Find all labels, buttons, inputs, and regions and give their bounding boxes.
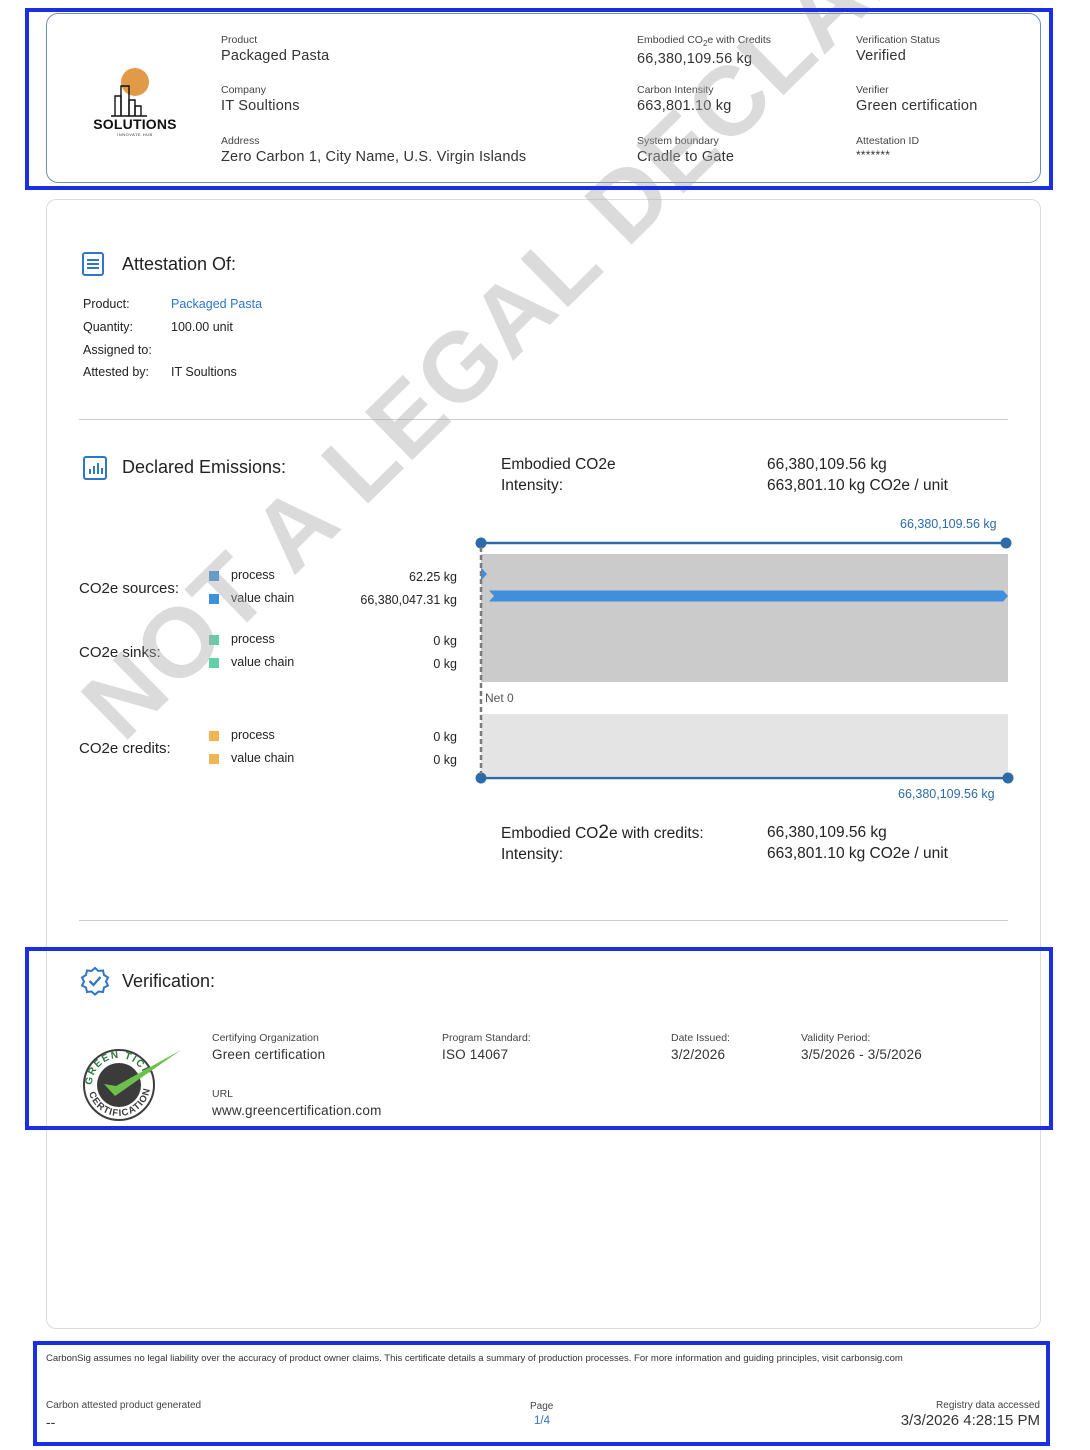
- program-standard-label: Program Standard:: [442, 1032, 531, 1044]
- credits-label-block: Embodied CO2e with credits: Intensity:: [501, 822, 704, 865]
- verified-badge-icon: [80, 966, 110, 996]
- cert-org-value: Green certification: [212, 1047, 326, 1062]
- footer-generated-value: --: [46, 1414, 56, 1430]
- chart-top-total-label: 66,380,109.56 kg: [900, 517, 997, 531]
- chart-net-label: Net 0: [485, 691, 514, 705]
- chart-top-start-marker: [475, 537, 487, 549]
- green-tick-certification-badge: GREEN TICK CERTIFICATION: [83, 1049, 181, 1121]
- footer-disclaimer: CarbonSig assumes no legal liability ove…: [46, 1353, 903, 1364]
- chart-bottom-total-label: 66,380,109.56 kg: [898, 787, 995, 801]
- chart-bottom-end-marker: [1002, 772, 1014, 784]
- credits-value-block: 66,380,109.56 kg 663,801.10 kg CO2e / un…: [767, 822, 948, 864]
- footer-page-value[interactable]: 1/4: [534, 1415, 550, 1427]
- validity-label: Validity Period:: [801, 1032, 871, 1044]
- cert-org-label: Certifying Organization: [212, 1032, 319, 1044]
- emissions-chart: [475, 537, 1014, 784]
- credits-embodied-value: 66,380,109.56 kg: [767, 824, 887, 841]
- footer-page-label: Page: [530, 1401, 554, 1412]
- chart-negative-bg: [481, 714, 1008, 776]
- validity-value: 3/5/2026 - 3/5/2026: [801, 1047, 922, 1062]
- credits-intensity-value: 663,801.10 kg CO2e / unit: [767, 845, 948, 862]
- date-issued-label: Date Issued:: [671, 1032, 730, 1044]
- chart-bottom-start-marker: [475, 772, 487, 784]
- credits-embodied-label: Embodied CO2e with credits:: [501, 822, 704, 843]
- chart-top-end-marker: [1000, 537, 1012, 549]
- url-label: URL: [212, 1088, 234, 1100]
- date-issued-value: 3/2/2026: [671, 1047, 726, 1062]
- chart-bar-sources-value-chain: [489, 590, 1008, 602]
- chart-positive-bg: [481, 554, 1008, 682]
- url-value[interactable]: www.greencertification.com: [212, 1102, 382, 1120]
- section-divider: [79, 920, 1008, 921]
- footer-generated-label: Carbon attested product generated: [46, 1400, 202, 1411]
- footer-accessed-label: Registry data accessed: [936, 1400, 1040, 1411]
- credits-intensity-label: Intensity:: [501, 846, 564, 863]
- program-standard-value: ISO 14067: [442, 1047, 509, 1062]
- footer-accessed-value: 3/3/2026 4:28:15 PM: [900, 1412, 1040, 1429]
- verification-title: Verification:: [122, 971, 216, 991]
